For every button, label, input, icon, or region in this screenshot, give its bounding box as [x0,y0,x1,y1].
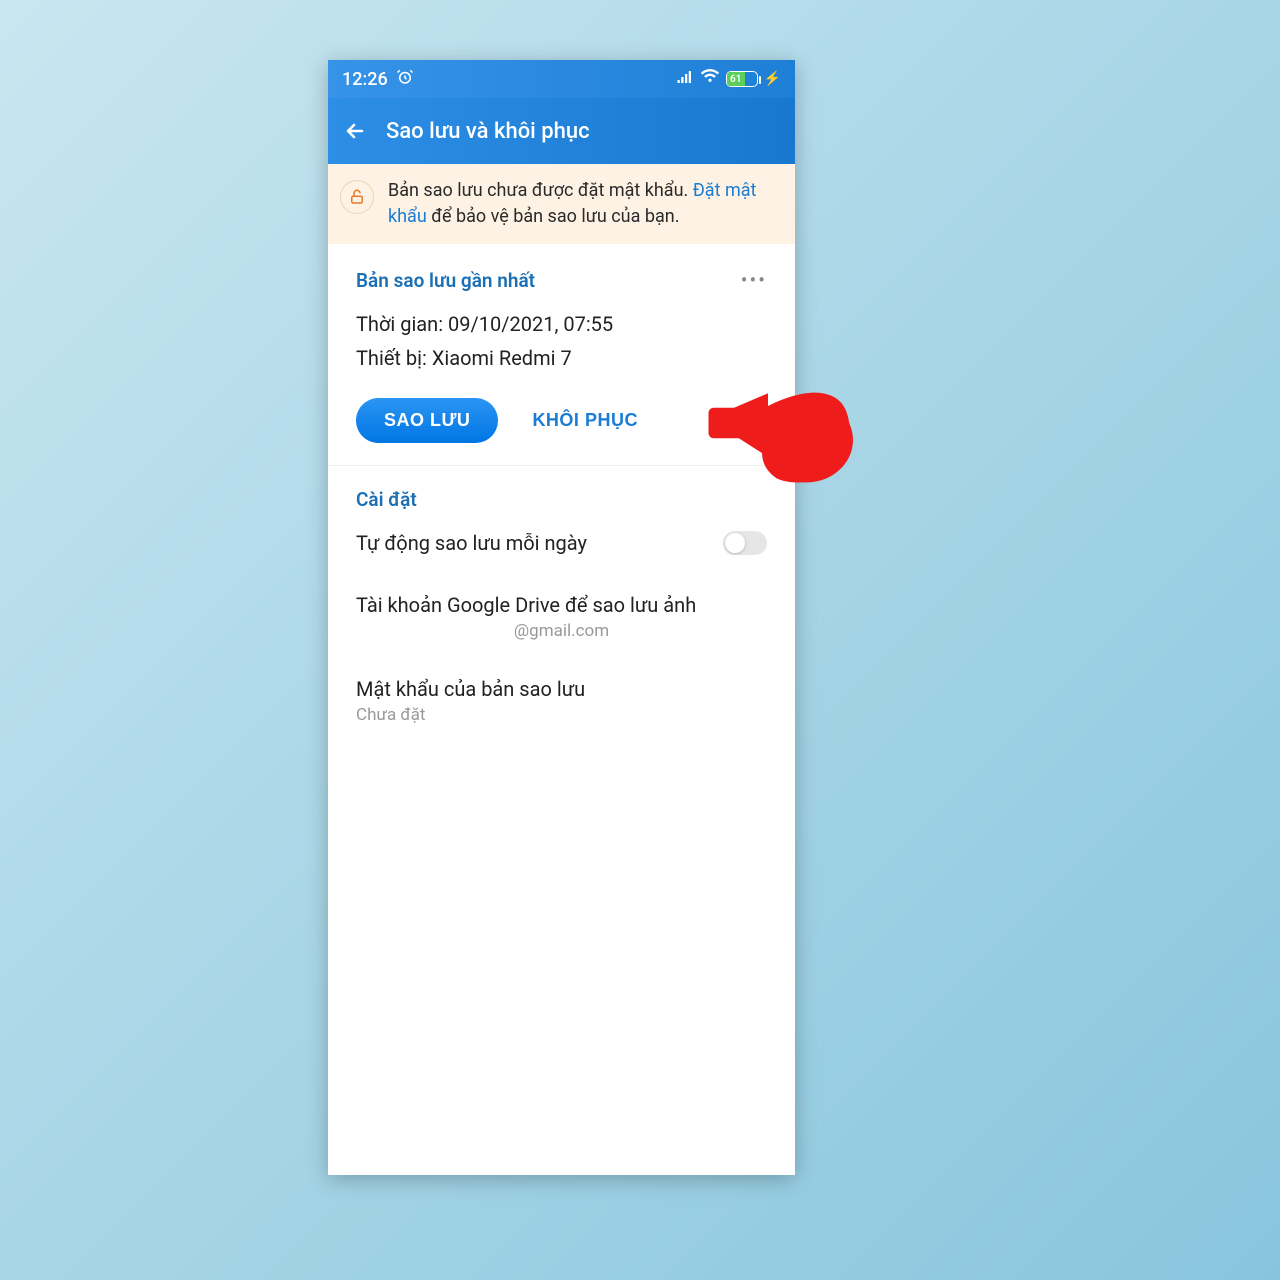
backup-password-status: Chưa đặt [356,705,767,725]
gdrive-label: Tài khoản Google Drive để sao lưu ảnh [356,593,767,617]
backup-time: Thời gian: 09/10/2021, 07:55 [356,312,767,336]
battery-percentage: 61 [727,72,745,86]
auto-backup-row[interactable]: Tự động sao lưu mỗi ngày [356,511,767,575]
battery-icon: 61 [726,71,758,87]
alarm-icon [396,68,414,91]
auto-backup-label: Tự động sao lưu mỗi ngày [356,531,587,555]
gdrive-row[interactable]: Tài khoản Google Drive để sao lưu ảnh @g… [356,575,767,659]
wifi-icon [700,67,720,92]
password-warning-banner: Bản sao lưu chưa được đặt mật khẩu. Đặt … [328,164,795,244]
more-icon[interactable]: ••• [741,268,767,292]
back-icon[interactable] [342,118,368,144]
signal-icon [676,68,694,91]
charging-icon: ⚡ [764,71,781,87]
recent-backup-label: Bản sao lưu gần nhất [356,269,535,292]
restore-button[interactable]: KHÔI PHỤC [532,410,638,431]
page-title: Sao lưu và khôi phục [386,119,590,144]
settings-section: Cài đặt Tự động sao lưu mỗi ngày Tài kho… [328,466,795,765]
backup-password-row[interactable]: Mật khẩu của bản sao lưu Chưa đặt [356,659,767,743]
status-time: 12:26 [342,69,388,90]
warning-text-before: Bản sao lưu chưa được đặt mật khẩu. [388,180,693,201]
status-bar: 12:26 61 ⚡ [328,60,795,98]
app-bar: Sao lưu và khôi phục [328,98,795,164]
phone-frame: 12:26 61 ⚡ Sao lưu và khôi phục [328,60,795,1175]
warning-text-after: để bảo vệ bản sao lưu của bạn. [427,206,680,227]
gdrive-account: @gmail.com [356,621,767,641]
pointing-hand-annotation [700,338,870,508]
warning-text: Bản sao lưu chưa được đặt mật khẩu. Đặt … [388,178,777,230]
backup-button[interactable]: SAO LƯU [356,398,498,443]
backup-password-label: Mật khẩu của bản sao lưu [356,677,767,701]
unlock-icon [340,180,374,214]
auto-backup-toggle[interactable] [723,531,767,555]
